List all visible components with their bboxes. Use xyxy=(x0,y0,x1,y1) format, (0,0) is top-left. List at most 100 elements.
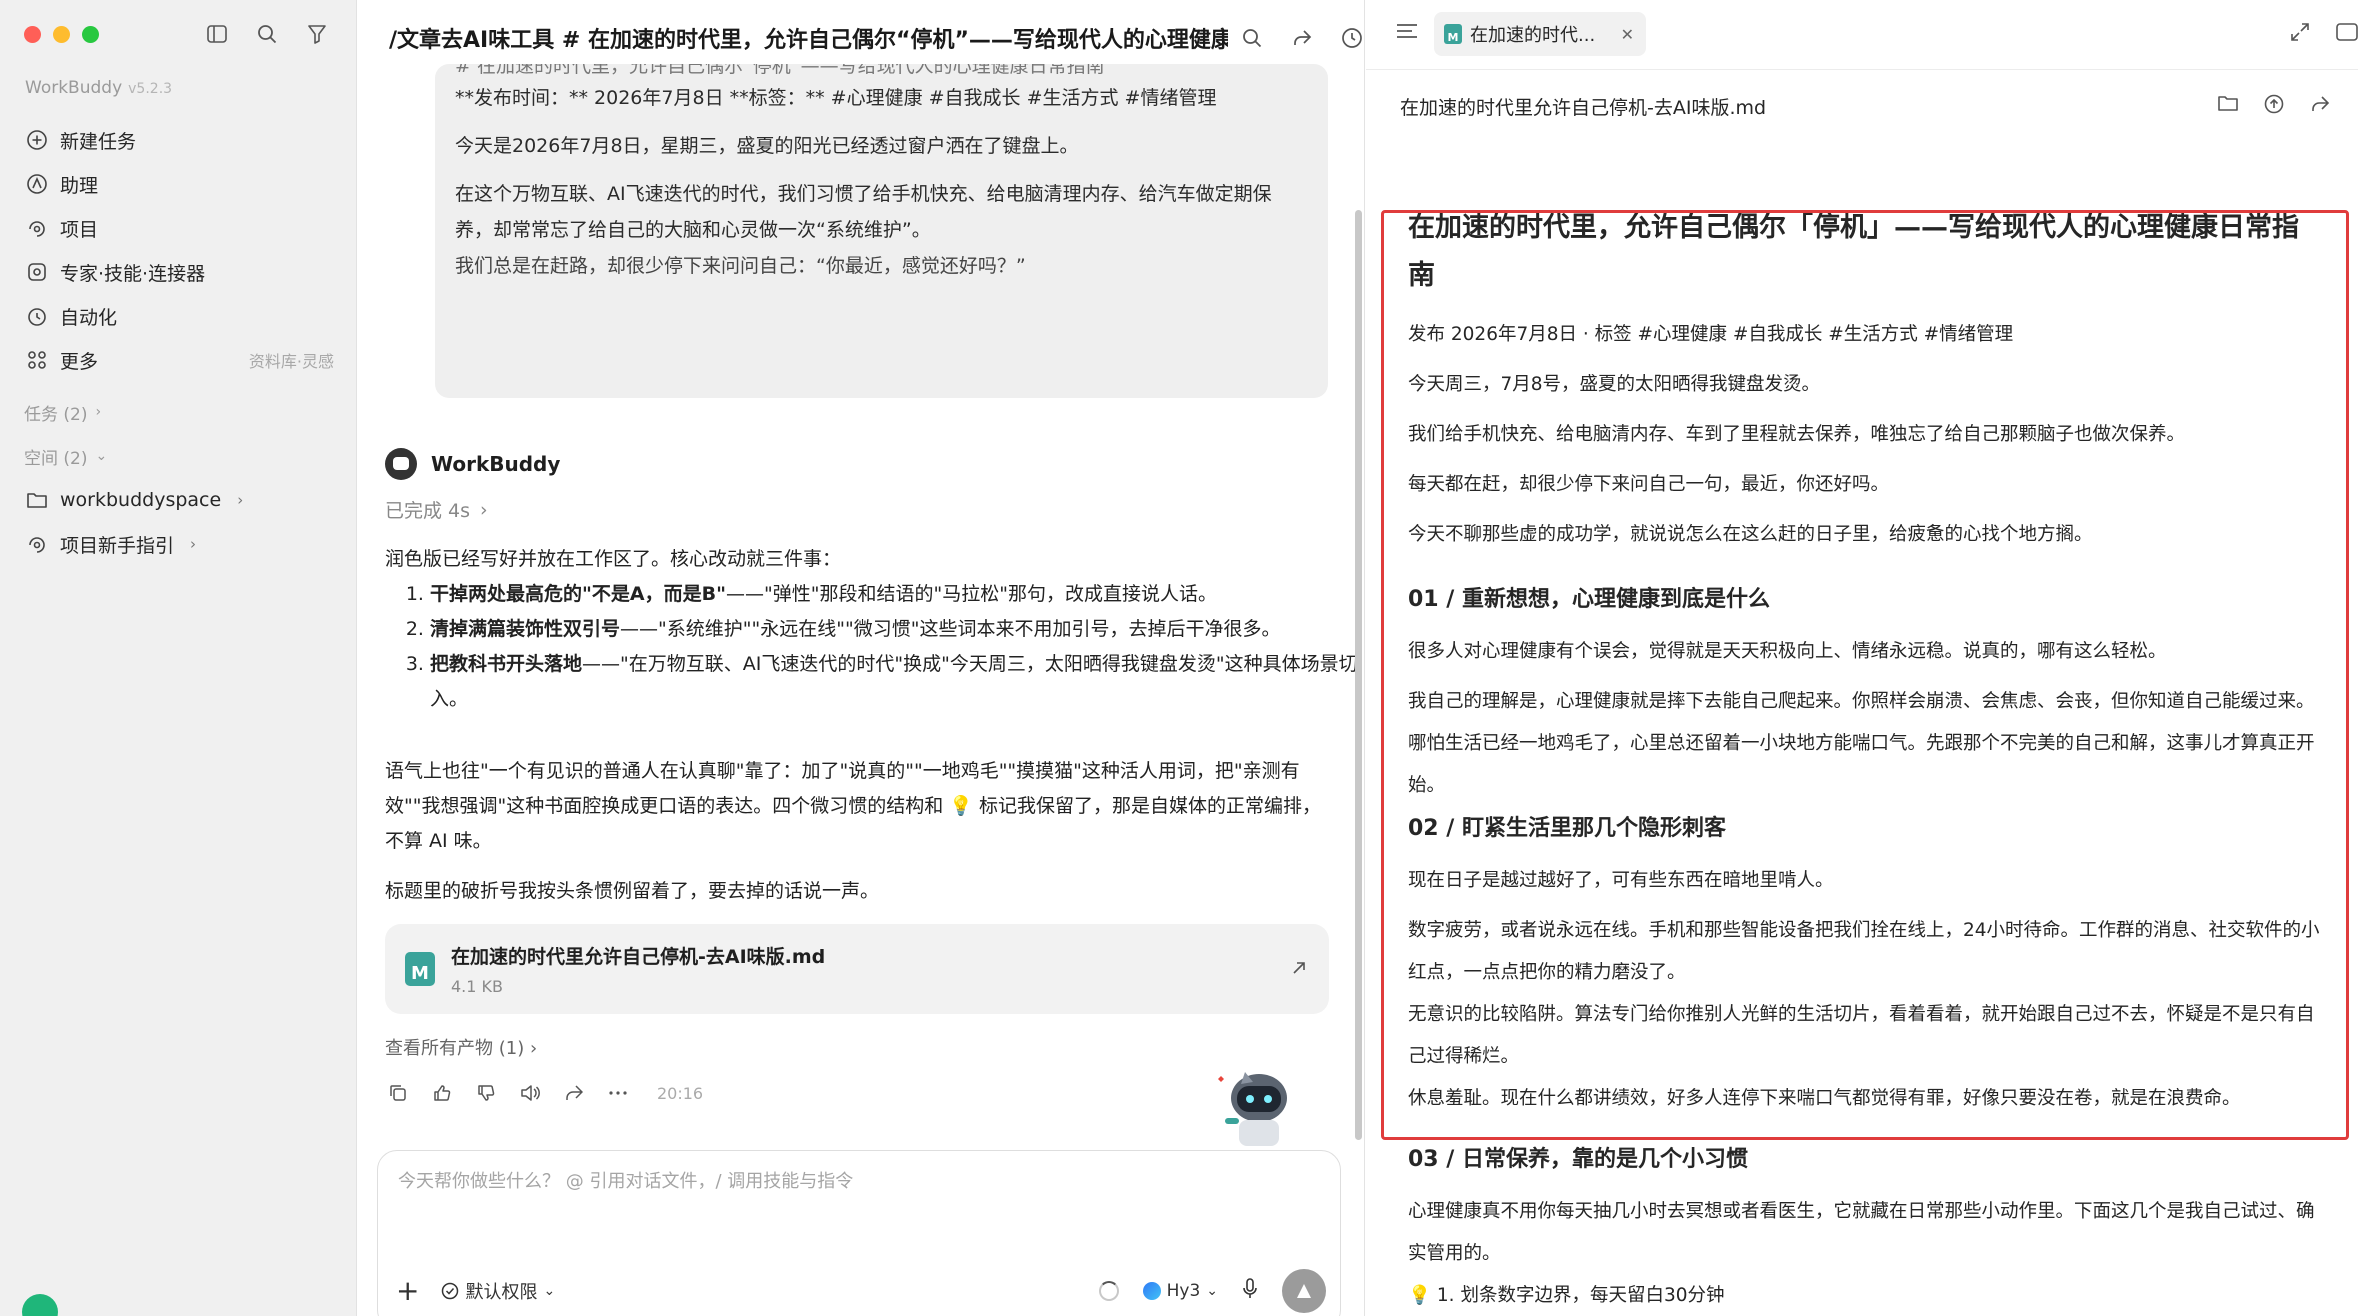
folder-icon[interactable] xyxy=(2218,94,2238,119)
thumbs-up-icon[interactable] xyxy=(431,1082,453,1104)
send-button[interactable] xyxy=(1282,1269,1326,1313)
sidebar-item-projects[interactable]: 项目 xyxy=(24,206,334,250)
file-actions xyxy=(2218,94,2330,119)
panel-toggle-icon[interactable] xyxy=(2336,22,2358,47)
chat-input-placeholder: 今天帮你做些什么？ @ 引用对话文件，/ 调用技能与指令 xyxy=(398,1171,854,1192)
preview-panel: M 在加速的时代... ✕ 在加速的时代里允许自己停机-去AI味版.md 在加速… xyxy=(1366,0,2358,1316)
list-item-bold: 清掉满篇装饰性双引号 xyxy=(430,618,621,640)
sidebar-item-label: 专家·技能·连接器 xyxy=(60,262,206,285)
share-icon[interactable] xyxy=(563,1082,585,1104)
app-name: WorkBuddy xyxy=(25,78,123,98)
expand-icon[interactable] xyxy=(2290,22,2310,47)
file-path: 在加速的时代里允许自己停机-去AI味版.md xyxy=(1400,96,1767,119)
document-paragraph: 今天不聊那些虚的成功学，就说说怎么在这么赶的日子里，给疲惫的心找个地方搁。 xyxy=(1408,524,2093,545)
tab-document[interactable]: M 在加速的时代... ✕ xyxy=(1434,12,1646,56)
grid-icon xyxy=(24,347,50,373)
preview-tabbar: M 在加速的时代... ✕ xyxy=(1366,0,2358,70)
chevron-right-icon: › xyxy=(529,1038,538,1059)
sidebar-item-new-task[interactable]: 新建任务 xyxy=(24,118,334,162)
file-size: 4.1 KB xyxy=(451,977,503,996)
file-card[interactable]: M 在加速的时代里允许自己停机-去AI味版.md 4.1 KB xyxy=(385,924,1329,1014)
sidebar-item-more[interactable]: 更多 资料库·灵感 xyxy=(24,338,334,382)
sidebar-item-label: 更多 xyxy=(60,350,99,373)
list-item: 把教科书开头落地——"在万物互联、AI飞速迭代的时代"换成"今天周三，太阳晒得我… xyxy=(430,647,1370,717)
folder-icon xyxy=(24,487,50,513)
sidebar-item-automation[interactable]: 自动化 xyxy=(24,294,334,338)
share-icon[interactable] xyxy=(1290,26,1314,50)
permission-selector[interactable]: 默认权限 ⌄ xyxy=(441,1278,555,1304)
project-icon xyxy=(24,531,50,557)
microphone-icon[interactable] xyxy=(1242,1277,1258,1305)
tasks-section-header[interactable]: 任务 (2) › xyxy=(24,390,334,434)
chat-panel: /文章去AI味工具 # 在加速的时代里，允许自己偶尔“停机”——写给现代人的心理… xyxy=(357,0,1365,1316)
minimize-window-button[interactable] xyxy=(53,26,70,43)
search-icon[interactable] xyxy=(255,22,279,46)
thumbs-down-icon[interactable] xyxy=(475,1082,497,1104)
more-icon[interactable] xyxy=(607,1082,629,1104)
maximize-window-button[interactable] xyxy=(82,26,99,43)
sidebar-item-assistant[interactable]: 助理 xyxy=(24,162,334,206)
bot-avatar xyxy=(385,448,417,480)
chevron-right-icon: › xyxy=(237,491,244,509)
sidebar-item-label: 助理 xyxy=(60,174,99,197)
chat-header-actions xyxy=(1240,26,1364,50)
sidebar-item-label: 新建任务 xyxy=(60,130,137,153)
model-globe-icon xyxy=(1142,1282,1161,1300)
bot-header: WorkBuddy xyxy=(385,448,560,480)
filter-icon[interactable] xyxy=(305,22,329,46)
open-external-icon[interactable] xyxy=(1291,957,1307,981)
message-paragraph: 标题里的破折号我按头条惯例留着了，要去掉的话说一声。 xyxy=(385,880,880,902)
thinking-status[interactable]: 已完成 4s › xyxy=(385,496,488,523)
share-icon[interactable] xyxy=(2310,94,2330,119)
robot-mascot-icon xyxy=(1218,1072,1287,1146)
document-paragraph: 现在日子是越过越好了，可有些东西在暗地里啃人。 xyxy=(1408,870,1834,891)
more-extra-text[interactable]: 资料库·灵感 xyxy=(249,348,334,372)
window-controls xyxy=(24,26,99,43)
upload-icon[interactable] xyxy=(2264,94,2284,119)
spaces-section-header[interactable]: 空间 (2) ⌄ xyxy=(24,434,334,478)
copy-icon[interactable] xyxy=(387,1082,409,1104)
chevron-down-icon: ⌄ xyxy=(95,448,108,464)
view-artifacts-link[interactable]: 查看所有产物 (1) › xyxy=(385,1034,537,1060)
message-intro: 润色版已经写好并放在工作区了。核心改动就三件事： xyxy=(385,548,842,570)
model-selector[interactable]: Hy3 ⌄ xyxy=(1142,1281,1218,1301)
permission-label: 默认权限 xyxy=(465,1282,538,1303)
chat-input-box[interactable]: 今天帮你做些什么？ @ 引用对话文件，/ 调用技能与指令 + 默认权限 ⌄ Hy… xyxy=(377,1150,1341,1316)
status-text: 已完成 4s xyxy=(385,500,471,522)
user-avatar[interactable] xyxy=(22,1294,58,1316)
close-window-button[interactable] xyxy=(24,26,41,43)
sidebar-item-experts[interactable]: 专家·技能·连接器 xyxy=(24,250,334,294)
document-paragraph: 休息羞耻。现在什么都讲绩效，好多人连停下来喘口气都觉得有罪，好像只要没在卷，就是… xyxy=(1408,1088,2241,1109)
document-paragraph: 今天周三，7月8号，盛夏的太阳晒得我键盘发烫。 xyxy=(1408,374,1821,395)
sidebar-item-workbuddyspace[interactable]: workbuddyspace › xyxy=(24,478,334,522)
history-icon[interactable] xyxy=(1340,26,1364,50)
sidebar-item-label: 项目新手指引 xyxy=(60,534,175,557)
chevron-down-icon: ⌄ xyxy=(1206,1283,1218,1299)
sidebar-item-beginner-guide[interactable]: 项目新手指引 › xyxy=(24,522,334,566)
list-item-bold: 干掉两处最高危的"不是A，而是B" xyxy=(430,583,726,605)
section-heading: 02 / 盯紧生活里那几个隐形刺客 xyxy=(1408,816,1726,841)
close-icon[interactable]: ✕ xyxy=(1621,25,1634,44)
tabbar-right-actions xyxy=(2290,22,2358,47)
file-info: 在加速的时代里允许自己停机-去AI味版.md 4.1 KB xyxy=(451,942,825,996)
chat-scrollbar[interactable] xyxy=(1355,210,1362,1140)
speaker-icon[interactable] xyxy=(519,1082,541,1104)
list-item-text: ——"系统维护""永远在线""微习惯"这些词本来不用加引号，去掉后干净很多。 xyxy=(620,618,1281,640)
bot-name: WorkBuddy xyxy=(431,452,561,476)
project-icon xyxy=(24,215,50,241)
markdown-file-icon: M xyxy=(405,952,435,986)
quote-paragraph: 在这个万物互联、AI飞速迭代的时代，我们习惯了给手机快充、给电脑清理内存、给汽车… xyxy=(455,183,1272,241)
sidebar: WorkBuddy v5.2.3 新建任务 助理 项目 专家·技能·连接器 自动化… xyxy=(0,0,357,1316)
menu-icon[interactable] xyxy=(1396,22,1418,45)
message-time: 20:16 xyxy=(657,1083,704,1103)
document-paragraph: 数字疲劳，或者说永远在线。手机和那些智能设备把我们拴在线上，24小时待命。工作群… xyxy=(1408,920,2320,983)
search-icon[interactable] xyxy=(1240,26,1264,50)
user-message-quote: # 在加速的时代里，允许自己偶尔“停机”——写给现代人的心理健康日常指南 **发… xyxy=(435,64,1328,398)
list-item: 干掉两处最高危的"不是A，而是B"——"弹性"那段和结语的"马拉松"那句，改成直… xyxy=(430,577,1370,612)
toggle-sidebar-icon[interactable] xyxy=(205,22,229,46)
tab-label: 在加速的时代... xyxy=(1470,25,1596,46)
chevron-down-icon: ⌄ xyxy=(543,1283,556,1299)
add-attachment-button[interactable]: + xyxy=(396,1277,419,1305)
tasks-header-label: 任务 (2) xyxy=(24,404,88,425)
document-paragraph: 每天都在赶，却很少停下来问自己一句，最近，你还好吗。 xyxy=(1408,474,1890,495)
